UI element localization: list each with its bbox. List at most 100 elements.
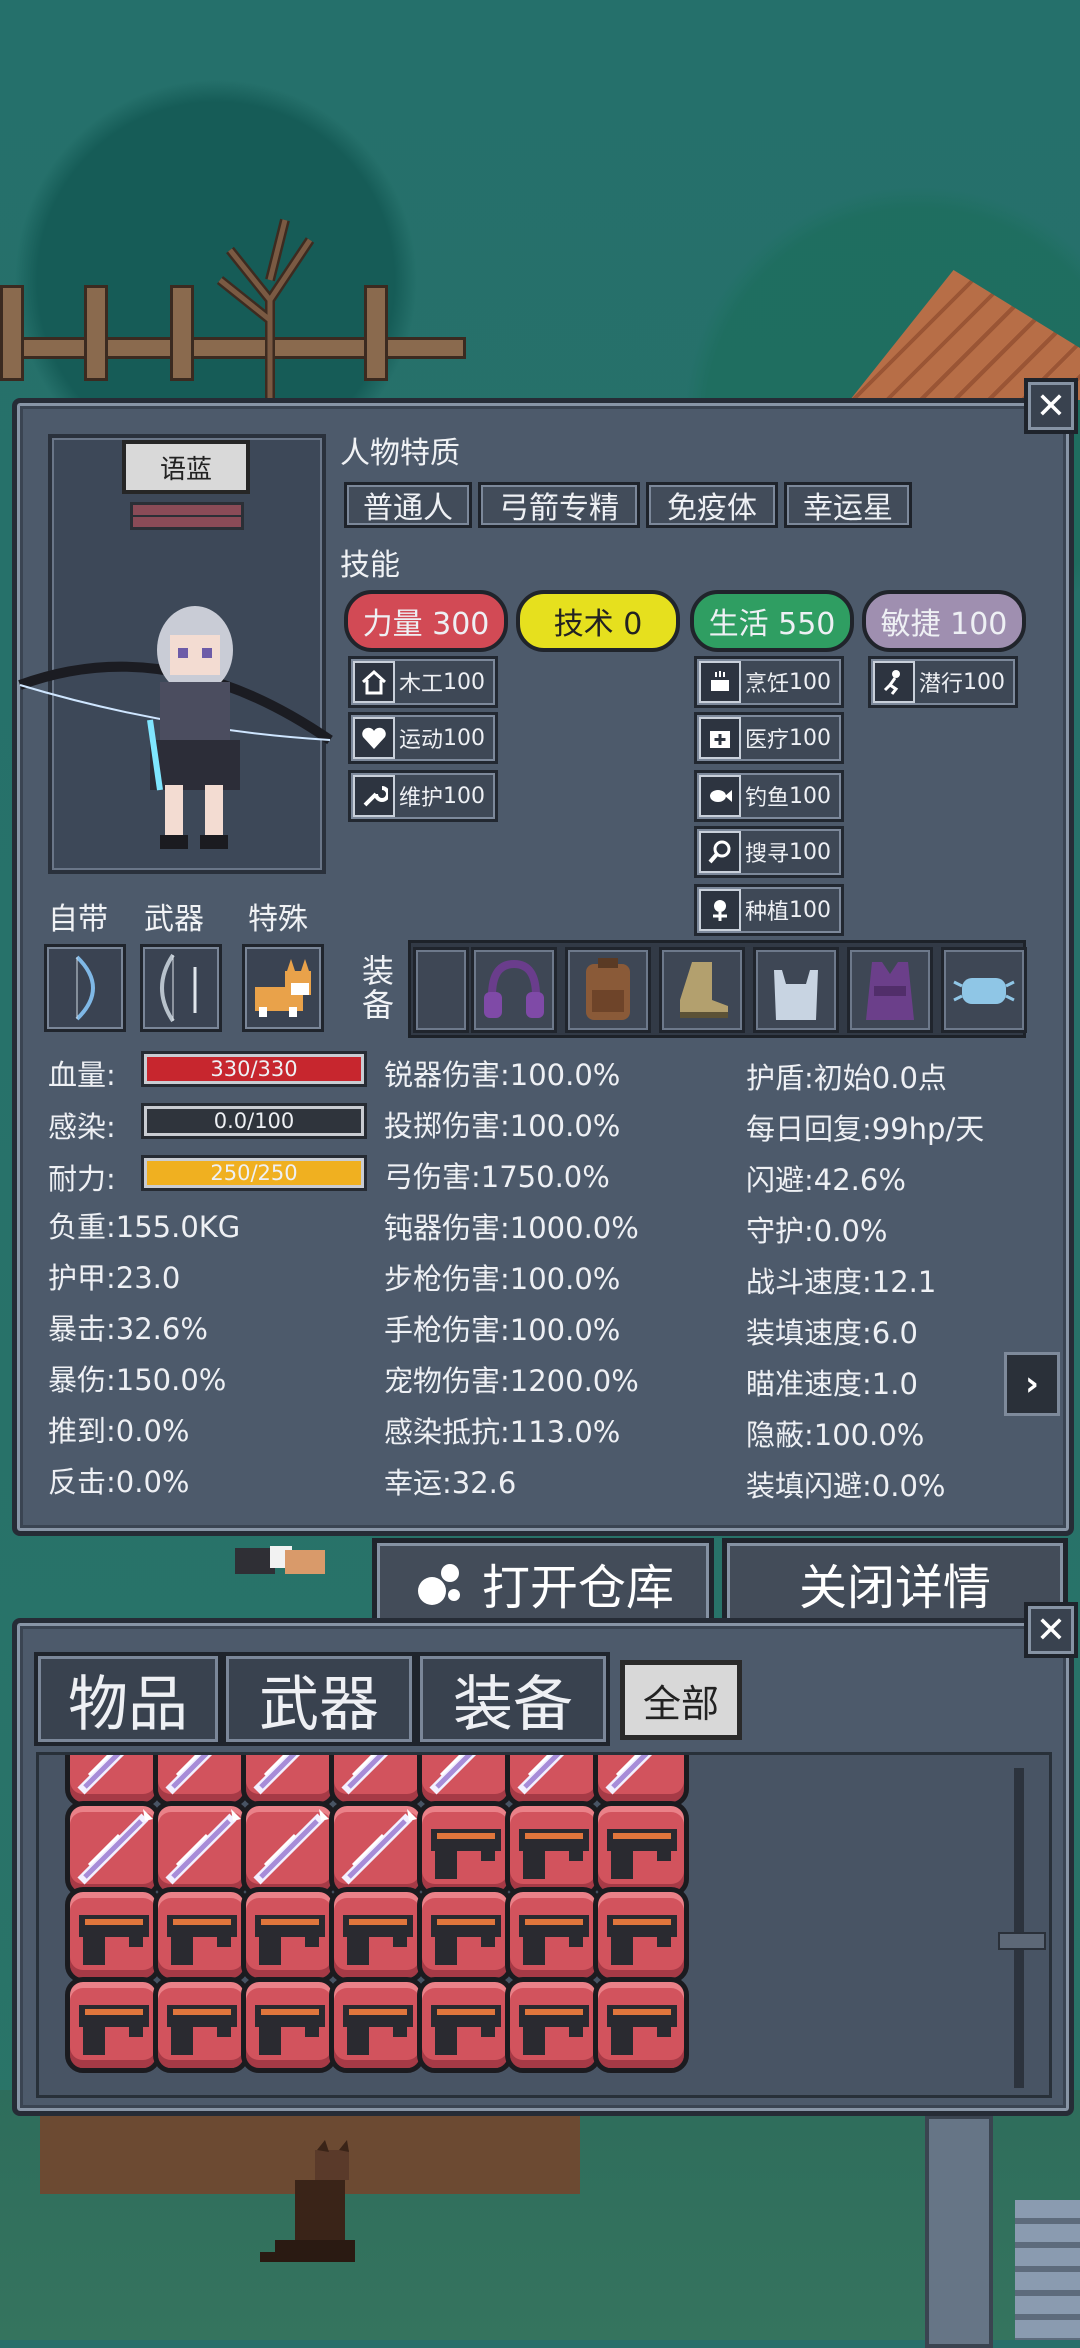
attr-life[interactable]: 生活 550 (690, 590, 854, 652)
stat-mid: 宠物伤害:1200.0% (384, 1364, 639, 1398)
trait-archery[interactable]: 弓箭专精 (478, 482, 640, 528)
skill-value: 100 (443, 669, 486, 695)
open-storage-button[interactable]: 打开仓库 (372, 1538, 714, 1628)
stat-mid: 手枪伤害:100.0% (384, 1313, 621, 1347)
skill-fishing[interactable]: 钓鱼 100 (694, 770, 844, 822)
stamina-label: 耐力: (48, 1162, 116, 1196)
stamina-bar-text: 250/250 (210, 1161, 298, 1185)
stat-right: 每日回复:99hp/天 (746, 1112, 985, 1146)
stone-stairs (1015, 2200, 1080, 2340)
skill-sports[interactable]: 运动 100 (348, 712, 498, 764)
skill-label: 搜寻 (745, 842, 790, 867)
cat-npc (235, 1546, 325, 1574)
equip-slot-face[interactable] (941, 947, 1027, 1033)
stat-mid: 步枪伤害:100.0% (384, 1262, 621, 1296)
attr-technique[interactable]: 技术 0 (516, 590, 680, 652)
trait-lucky[interactable]: 幸运星 (784, 482, 912, 528)
plant-icon (699, 889, 741, 931)
corgi-pet-icon (255, 959, 311, 1017)
stat-right: 守护:0.0% (746, 1214, 888, 1248)
bow-icon (75, 955, 95, 1021)
stat-left: 暴伤:150.0% (48, 1363, 227, 1397)
equip-slot-feet[interactable] (659, 947, 745, 1033)
stat-mid: 锐器伤害:100.0% (384, 1058, 621, 1092)
fish-icon (699, 775, 741, 817)
backpack-icon (586, 958, 630, 1020)
face-mask-icon (953, 978, 1015, 1004)
stat-left: 护甲:23.0 (48, 1261, 181, 1295)
close-details-icon-button[interactable]: ✕ (1024, 378, 1078, 434)
special-slot-label: 特殊 (248, 902, 308, 937)
attr-agility[interactable]: 敏捷 100 (862, 590, 1026, 652)
headphones-icon (484, 959, 544, 1018)
tab-weapons[interactable]: 武器 (222, 1652, 416, 1746)
skill-value: 100 (789, 839, 832, 865)
boots-icon (680, 962, 728, 1018)
equip-slot-head[interactable] (471, 947, 557, 1033)
chevron-right-icon: › (1024, 1364, 1039, 1404)
skill-sneak[interactable]: 潜行 100 (868, 656, 1018, 708)
storage-icon (417, 1564, 460, 1605)
stat-left: 推到:0.0% (48, 1414, 190, 1448)
close-icon: ✕ (1035, 385, 1067, 427)
plastic-bag-icon (774, 970, 818, 1020)
skill-label: 潜行 (919, 672, 964, 697)
stat-right: 隐蔽:100.0% (746, 1418, 925, 1452)
vest-icon (866, 962, 914, 1020)
skill-planting[interactable]: 种植 100 (694, 884, 844, 936)
special-slot[interactable] (242, 944, 324, 1032)
close-icon: ✕ (1035, 1609, 1067, 1651)
skill-label: 木工 (399, 672, 444, 697)
carry-slot-label: 自带 (48, 902, 108, 937)
skill-cooking[interactable]: 烹饪 100 (694, 656, 844, 708)
skill-label: 医疗 (745, 728, 790, 753)
inventory-item[interactable] (587, 1971, 695, 2079)
skill-medical[interactable]: 医疗 100 (694, 712, 844, 764)
skill-carpentry[interactable]: 木工 100 (348, 656, 498, 708)
equip-slot-body[interactable] (847, 947, 933, 1033)
stat-left: 负重:155.0KG (48, 1210, 241, 1244)
skill-label: 种植 (745, 900, 790, 925)
skill-value: 100 (789, 725, 832, 751)
equipment-strip (408, 940, 1027, 1038)
dog-npc (260, 2140, 355, 2262)
equip-slot-bag[interactable] (753, 947, 839, 1033)
stat-right: 护盾:初始0.0点 (746, 1061, 947, 1095)
infection-bar-text: 0.0/100 (213, 1109, 295, 1133)
inventory-scrollbar[interactable] (1014, 1768, 1024, 2088)
next-page-button[interactable]: › (1004, 1352, 1060, 1416)
hp-bar-text: 330/330 (210, 1057, 298, 1081)
tab-items[interactable]: 物品 (34, 1652, 222, 1746)
carry-slot[interactable] (44, 944, 126, 1032)
stat-left: 暴击:32.6% (48, 1312, 208, 1346)
recurve-bow-icon (160, 953, 197, 1023)
close-inventory-icon-button[interactable]: ✕ (1024, 1602, 1078, 1658)
equip-slot-back[interactable] (565, 947, 651, 1033)
infection-bar: 0.0/100 (144, 1106, 364, 1136)
pot-icon (699, 661, 741, 703)
skill-value: 100 (789, 669, 832, 695)
stamina-bar: 250/250 (144, 1158, 364, 1188)
infection-label: 感染: (48, 1110, 116, 1144)
tab-equipment[interactable]: 装备 (416, 1652, 610, 1746)
skill-search[interactable]: 搜寻 100 (694, 826, 844, 878)
trait-immune[interactable]: 免疫体 (646, 482, 778, 528)
skill-value: 100 (443, 725, 486, 751)
open-storage-label: 打开仓库 (481, 1560, 674, 1616)
close-details-button[interactable]: 关闭详情 (722, 1538, 1068, 1628)
attr-strength[interactable]: 力量 300 (344, 590, 508, 652)
skill-maintenance[interactable]: 维护 100 (348, 770, 498, 822)
skill-label: 维护 (399, 786, 444, 811)
weapon-slot[interactable] (140, 944, 222, 1032)
equip-slot-empty[interactable] (413, 947, 469, 1033)
skill-value: 100 (789, 897, 832, 923)
trait-ordinary[interactable]: 普通人 (344, 482, 472, 528)
stat-right: 闪避:42.6% (746, 1163, 906, 1197)
inventory-scroll-thumb[interactable] (998, 1932, 1046, 1950)
stone-pillar (925, 2115, 993, 2348)
filter-all-button[interactable]: 全部 (620, 1660, 742, 1740)
inventory-grid (36, 1752, 1052, 2098)
stat-right: 战斗速度:12.1 (746, 1265, 937, 1299)
stat-left: 反击:0.0% (48, 1465, 190, 1499)
skills-heading: 技能 (340, 548, 400, 583)
